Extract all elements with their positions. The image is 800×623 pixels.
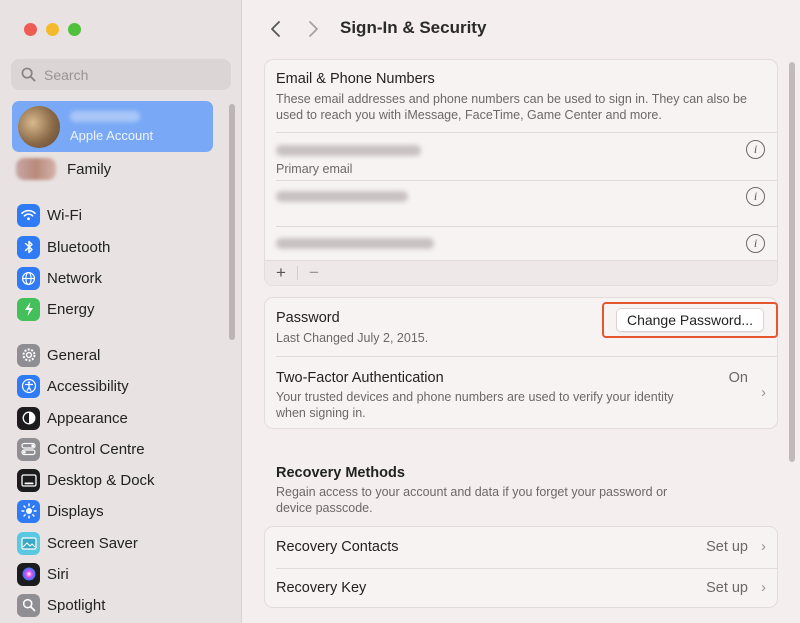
displays-icon xyxy=(17,499,40,523)
gear-icon xyxy=(17,343,40,367)
add-remove-bar: + − xyxy=(265,260,777,285)
two-factor-description: Your trusted devices and phone numbers a… xyxy=(276,390,674,420)
recovery-description: Regain access to your account and data i… xyxy=(276,485,668,515)
appearance-icon xyxy=(17,406,40,430)
sidebar-item-label: Screen Saver xyxy=(47,534,138,552)
row-label: Recovery Key xyxy=(276,580,367,596)
control-centre-icon xyxy=(17,437,40,461)
zoom-window-button[interactable] xyxy=(68,23,81,36)
globe-icon xyxy=(17,266,40,290)
sidebar-item-appearance[interactable]: Appearance xyxy=(17,405,128,431)
sidebar-item-label: Family xyxy=(67,160,112,178)
password-last-changed: Last Changed July 2, 2015. xyxy=(276,331,429,345)
sidebar-item-screen-saver[interactable]: Screen Saver xyxy=(17,530,138,556)
recovery-card: Recovery Contacts Set up › Recovery Key … xyxy=(264,526,778,608)
two-factor-title: Two-Factor Authentication xyxy=(276,370,444,386)
email-redacted xyxy=(276,238,434,249)
chevron-right-icon: › xyxy=(761,538,766,555)
main-scrollbar[interactable] xyxy=(789,62,795,462)
family-avatars xyxy=(16,158,56,180)
change-password-highlight: Change Password... xyxy=(602,302,778,338)
sidebar-item-desktop-dock[interactable]: Desktop & Dock xyxy=(17,467,155,493)
sidebar-item-control-centre[interactable]: Control Centre xyxy=(17,436,145,462)
phone-redacted xyxy=(276,191,408,202)
siri-icon xyxy=(17,562,40,586)
chevron-right-icon xyxy=(308,21,318,37)
sidebar-item-network[interactable]: Network xyxy=(17,265,102,291)
sidebar-item-wifi[interactable]: Wi-Fi xyxy=(17,202,82,228)
chevron-right-icon: › xyxy=(761,579,766,596)
sidebar-item-apple-account[interactable]: Apple Account xyxy=(12,101,213,152)
sidebar-item-general[interactable]: General xyxy=(17,342,100,368)
energy-icon xyxy=(17,297,40,321)
sidebar-scrollbar[interactable] xyxy=(229,104,235,340)
password-title: Password xyxy=(276,310,340,326)
sidebar-item-spotlight[interactable]: Spotlight xyxy=(17,592,105,618)
spotlight-icon xyxy=(17,593,40,617)
section-title: Email & Phone Numbers xyxy=(276,71,435,87)
row-label: Recovery Contacts xyxy=(276,539,399,555)
sidebar-item-siri[interactable]: Siri xyxy=(17,561,69,587)
page-title: Sign-In & Security xyxy=(340,18,487,37)
row-status: Set up xyxy=(706,539,748,555)
sidebar-item-family[interactable]: Family xyxy=(16,158,111,180)
dock-icon xyxy=(17,468,40,492)
window-controls xyxy=(24,23,81,36)
remove-button[interactable]: − xyxy=(306,263,322,283)
sidebar-item-displays[interactable]: Displays xyxy=(17,498,104,524)
forward-button[interactable] xyxy=(303,16,323,42)
row-status: Set up xyxy=(706,580,748,596)
account-name-redacted xyxy=(70,110,140,122)
main-content: Sign-In & Security Email & Phone Numbers… xyxy=(243,0,800,623)
back-button[interactable] xyxy=(265,16,285,42)
sidebar-item-label: Control Centre xyxy=(47,440,145,458)
sidebar-item-label: Wi-Fi xyxy=(47,206,82,224)
sidebar-item-label: Spotlight xyxy=(47,596,106,614)
info-icon[interactable]: i xyxy=(746,187,765,206)
add-button[interactable]: + xyxy=(273,263,289,283)
close-window-button[interactable] xyxy=(24,23,37,36)
chevron-right-icon[interactable]: › xyxy=(761,384,766,401)
sidebar-item-label: Displays xyxy=(47,502,104,520)
sidebar-item-bluetooth[interactable]: Bluetooth xyxy=(17,234,110,260)
primary-email-label: Primary email xyxy=(276,162,353,176)
recovery-title: Recovery Methods xyxy=(276,465,405,481)
search-icon xyxy=(21,67,36,82)
chevron-left-icon xyxy=(270,21,280,37)
email-phone-card: Email & Phone Numbers These email addres… xyxy=(264,59,778,286)
two-factor-status: On xyxy=(728,370,748,386)
sidebar-item-label: Accessibility xyxy=(47,377,129,395)
email-redacted xyxy=(276,145,421,156)
sidebar-item-accessibility[interactable]: Accessibility xyxy=(17,373,129,399)
avatar xyxy=(18,105,60,148)
minimize-window-button[interactable] xyxy=(46,23,59,36)
search-field[interactable] xyxy=(11,59,231,90)
sidebar-item-label: Appearance xyxy=(47,409,128,427)
accessibility-icon xyxy=(17,374,40,398)
sidebar-item-label: Bluetooth xyxy=(47,238,111,256)
info-icon[interactable]: i xyxy=(746,140,765,159)
sidebar-item-label: Energy xyxy=(47,300,95,318)
recovery-contacts-row[interactable]: Recovery Contacts Set up › xyxy=(265,527,777,567)
search-input[interactable] xyxy=(44,66,214,83)
sidebar-item-label: Desktop & Dock xyxy=(47,471,155,489)
bluetooth-icon xyxy=(17,235,40,259)
change-password-button[interactable]: Change Password... xyxy=(615,308,765,332)
wifi-icon xyxy=(17,203,40,227)
sidebar: Apple Account Family Wi-Fi Bluetooth Net… xyxy=(0,0,242,623)
screensaver-icon xyxy=(17,531,40,555)
sidebar-item-energy[interactable]: Energy xyxy=(17,296,95,322)
sidebar-item-label: Network xyxy=(47,269,103,287)
toolbar: Sign-In & Security xyxy=(243,0,800,58)
sidebar-item-label: Siri xyxy=(47,565,69,583)
info-icon[interactable]: i xyxy=(746,234,765,253)
recovery-key-row[interactable]: Recovery Key Set up › xyxy=(265,569,777,609)
section-description: These email addresses and phone numbers … xyxy=(276,92,747,122)
account-subtitle: Apple Account xyxy=(70,127,154,143)
sidebar-item-label: General xyxy=(47,346,101,364)
